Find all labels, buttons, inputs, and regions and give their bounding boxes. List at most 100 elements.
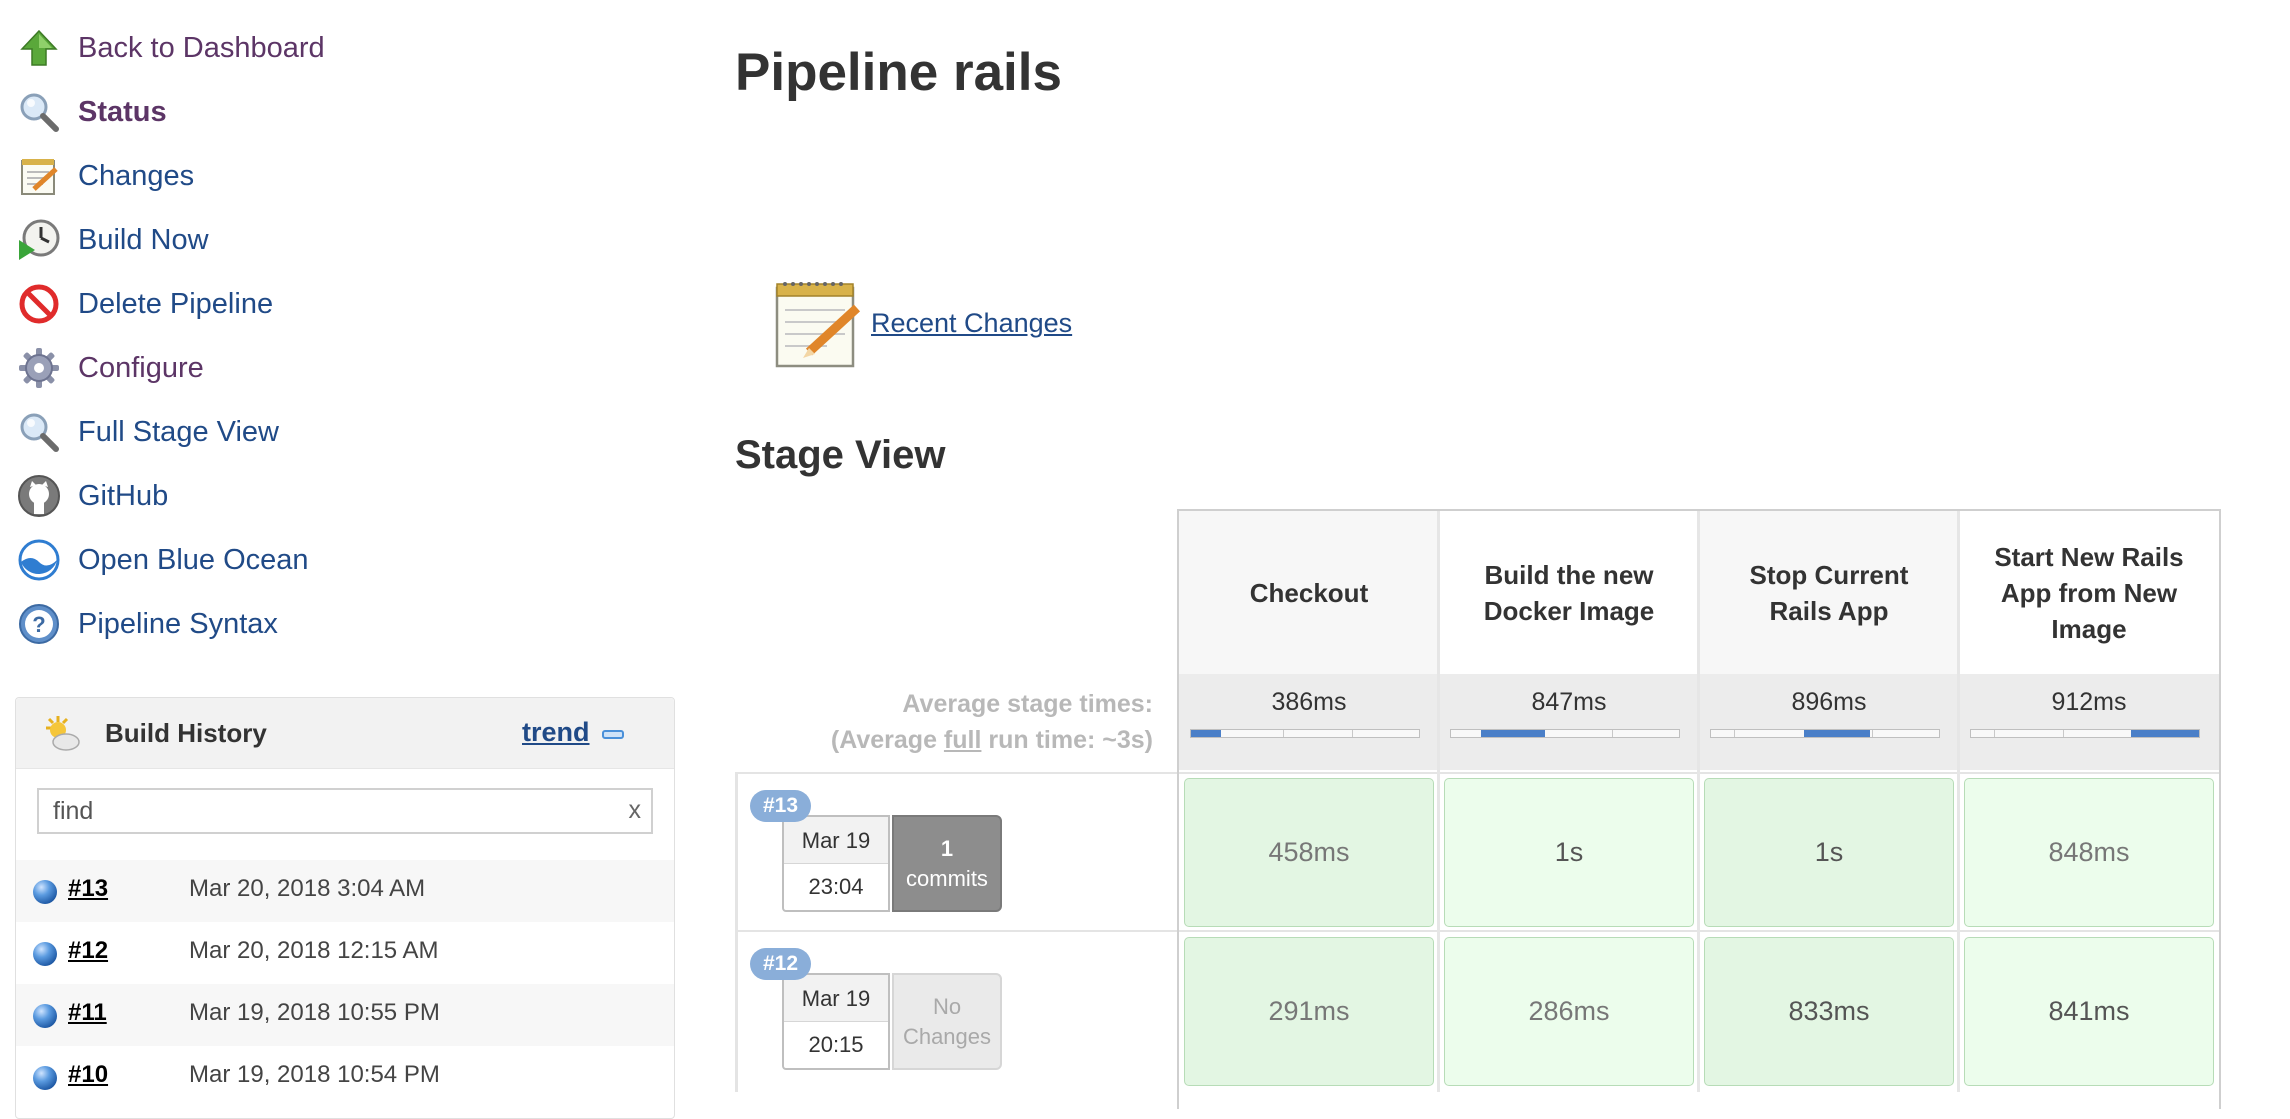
github-link[interactable]: GitHub <box>17 472 168 520</box>
build-status-icon <box>33 942 57 966</box>
build-number-link[interactable]: #12 <box>68 937 108 965</box>
page-title: Pipeline rails <box>735 43 1062 102</box>
avg-cell: 912ms <box>1959 674 2219 770</box>
stage-duration: 291ms <box>1268 996 1350 1026</box>
stage-header-checkout: Checkout <box>1179 511 1439 674</box>
bar-tick <box>1872 730 1873 737</box>
stage-result-cell[interactable]: 1s <box>1444 778 1694 927</box>
collapse-icon[interactable] <box>602 730 624 739</box>
magnifier-icon <box>17 90 61 134</box>
full-run-link[interactable]: full <box>944 726 982 754</box>
build-history-widget: Build History trend x #13 Mar 20, 2018 3… <box>15 697 675 1119</box>
changes-box[interactable]: 1 commits <box>892 815 1002 912</box>
build-date[interactable]: Mar 19, 2018 10:55 PM <box>189 999 440 1027</box>
open-blue-ocean-link[interactable]: Open Blue Ocean <box>17 536 309 584</box>
avg-cell: 896ms <box>1699 674 1959 770</box>
no-entry-icon <box>17 282 61 326</box>
run-row-left-border <box>735 772 738 1092</box>
stage-result-cell[interactable]: 458ms <box>1184 778 1434 927</box>
stage-duration: 841ms <box>2048 996 2130 1026</box>
magnifier-icon <box>17 410 61 454</box>
stage-result-cell[interactable]: 291ms <box>1184 937 1434 1086</box>
run-date: Mar 19 <box>784 975 888 1022</box>
bar-fill <box>1804 730 1870 737</box>
stage-result-cell[interactable]: 286ms <box>1444 937 1694 1086</box>
build-date[interactable]: Mar 20, 2018 12:15 AM <box>189 937 439 965</box>
bar-fill <box>2131 730 2199 737</box>
changes-label: commits <box>906 865 988 891</box>
bar-tick <box>1734 730 1735 737</box>
pipeline-syntax-link[interactable]: ? Pipeline Syntax <box>17 600 278 648</box>
build-status-icon <box>33 1004 57 1028</box>
stage-duration: 833ms <box>1788 996 1870 1026</box>
notepad-icon <box>17 154 61 198</box>
avg-time: 896ms <box>1791 688 1867 716</box>
avg-time: 386ms <box>1271 688 1347 716</box>
stage-result-cell[interactable]: 841ms <box>1964 937 2214 1086</box>
clear-search-button[interactable]: x <box>629 796 642 825</box>
bar-tick <box>1612 730 1613 737</box>
build-now-link[interactable]: Build Now <box>17 216 209 264</box>
clock-play-icon <box>17 218 61 262</box>
changes-label: Changes <box>78 159 195 192</box>
build-date[interactable]: Mar 20, 2018 3:04 AM <box>189 875 425 903</box>
run-date-box: Mar 19 20:15 <box>782 973 890 1070</box>
help-icon: ? <box>17 602 61 646</box>
stage-view-title: Stage View <box>735 433 946 477</box>
run-time: 20:15 <box>808 1032 864 1057</box>
back-to-dashboard-link[interactable]: Back to Dashboard <box>17 24 325 72</box>
full-stage-view-link[interactable]: Full Stage View <box>17 408 279 456</box>
build-badge[interactable]: #12 <box>750 948 812 980</box>
avg-cell: 847ms <box>1439 674 1699 770</box>
average-stage-times-line: Average stage times: <box>902 690 1153 718</box>
recent-changes-link[interactable]: Recent Changes <box>871 308 1072 339</box>
changes-label: Changes <box>902 1023 992 1049</box>
run-time: 23:04 <box>808 874 864 899</box>
build-number-link[interactable]: #13 <box>68 875 108 903</box>
changes-count: No <box>932 993 962 1019</box>
stage-result-cell[interactable]: 848ms <box>1964 778 2214 927</box>
delete-pipeline-label: Delete Pipeline <box>78 287 274 320</box>
build-search-input[interactable] <box>51 790 615 832</box>
svg-text:?: ? <box>32 612 45 637</box>
changes-count: 1 <box>940 835 954 861</box>
stage-duration: 848ms <box>2048 837 2130 867</box>
average-full-run-line: (Average full run time: ~3s) <box>735 722 1153 758</box>
bar-tick <box>1352 730 1353 737</box>
full-stage-view-label: Full Stage View <box>78 415 279 448</box>
stage-name: Build the new Docker Image <box>1483 559 1655 626</box>
avg-prefix: (Average <box>830 726 944 754</box>
build-row: #10 Mar 19, 2018 10:54 PM <box>16 1046 674 1108</box>
notepad-icon[interactable] <box>771 278 863 375</box>
avg-progress-bar <box>1970 729 2200 738</box>
configure-label: Configure <box>78 351 204 384</box>
build-badge[interactable]: #13 <box>750 790 812 822</box>
configure-link[interactable]: Configure <box>17 344 204 392</box>
avg-cell: 386ms <box>1179 674 1439 770</box>
build-row: #11 Mar 19, 2018 10:55 PM <box>16 984 674 1046</box>
stage-header-start-app: Start New Rails App from New Image <box>1959 511 2219 674</box>
avg-progress-bar <box>1190 729 1420 738</box>
run-date: Mar 19 <box>784 817 888 864</box>
build-number-link[interactable]: #11 <box>68 999 107 1027</box>
build-date[interactable]: Mar 19, 2018 10:54 PM <box>189 1061 440 1089</box>
build-number-link[interactable]: #10 <box>68 1061 108 1089</box>
delete-pipeline-link[interactable]: Delete Pipeline <box>17 280 273 328</box>
blue-ocean-icon <box>17 538 61 582</box>
build-status-icon <box>33 1066 57 1090</box>
stage-header-stop-app: Stop Current Rails App <box>1699 511 1959 674</box>
back-to-dashboard-label: Back to Dashboard <box>78 31 325 64</box>
github-label: GitHub <box>78 479 169 512</box>
build-row: #12 Mar 20, 2018 12:15 AM <box>16 922 674 984</box>
run-date-box: Mar 19 23:04 <box>782 815 890 912</box>
stage-result-cell[interactable]: 1s <box>1704 778 1954 927</box>
changes-link[interactable]: Changes <box>17 152 194 200</box>
column-divider <box>1437 511 1440 1092</box>
bar-fill <box>1191 730 1221 737</box>
stage-result-cell[interactable]: 833ms <box>1704 937 1954 1086</box>
trend-link[interactable]: trend <box>522 717 590 748</box>
changes-box: No Changes <box>892 973 1002 1070</box>
status-link[interactable]: Status <box>17 88 167 136</box>
build-search-field: x <box>37 788 653 834</box>
status-label: Status <box>78 95 167 128</box>
